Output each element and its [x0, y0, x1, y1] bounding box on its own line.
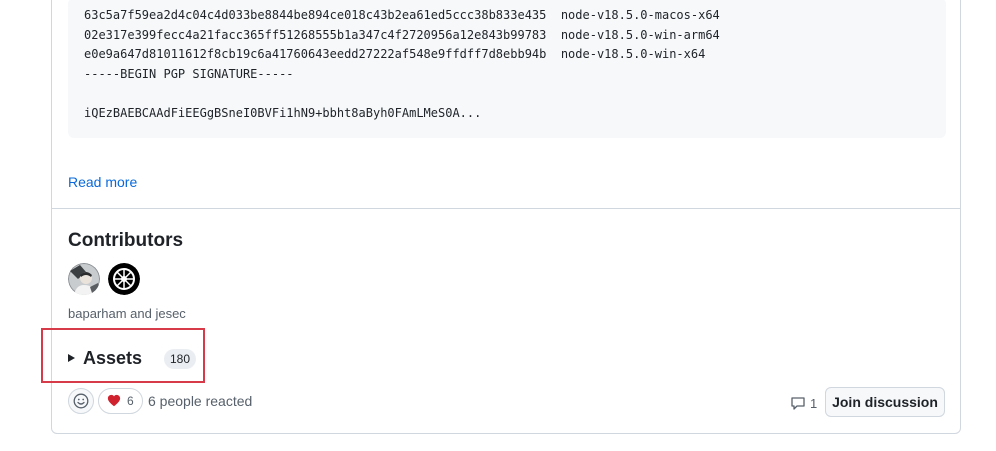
read-more-link[interactable]: Read more [68, 174, 137, 190]
comment-icon [791, 397, 805, 410]
caret-right-icon [68, 354, 75, 362]
heart-count: 6 [127, 394, 134, 408]
heart-icon [107, 394, 121, 407]
avatar-jesec[interactable] [108, 263, 140, 295]
code-line: iQEzBAEBCAAdFiEEGgBSneI0BVFi1hN9+bbht8aB… [84, 106, 482, 120]
assets-label: Assets [83, 347, 143, 368]
heart-reaction-button[interactable]: 6 [98, 388, 143, 414]
assets-count-badge: 180 [164, 349, 197, 369]
avatar-wheel-logo-icon [108, 263, 140, 295]
code-line: 02e317e399fecc4a21facc365ff51268555b1a34… [84, 28, 720, 42]
smiley-icon [73, 393, 89, 409]
add-reaction-button[interactable] [68, 388, 94, 414]
section-divider [52, 208, 960, 209]
comment-count: 1 [810, 395, 818, 411]
code-line: 63c5a7f59ea2d4c04c4d033be8844be894ce018c… [84, 8, 720, 22]
contributors-heading: Contributors [68, 230, 184, 251]
comment-count-link[interactable]: 1 [790, 395, 817, 411]
join-discussion-button[interactable]: Join discussion [825, 387, 945, 417]
assets-toggle[interactable]: Assets [68, 346, 142, 370]
avatar-photo-icon [68, 263, 100, 295]
avatar-baparham[interactable] [68, 263, 100, 295]
code-line: -----BEGIN PGP SIGNATURE----- [84, 67, 294, 81]
code-line: e0e9a647d81011612f8cb19c6a41760643eedd27… [84, 47, 706, 61]
contributors-names: baparham and jesec [68, 306, 186, 321]
reactions-summary: 6 people reacted [148, 393, 253, 409]
